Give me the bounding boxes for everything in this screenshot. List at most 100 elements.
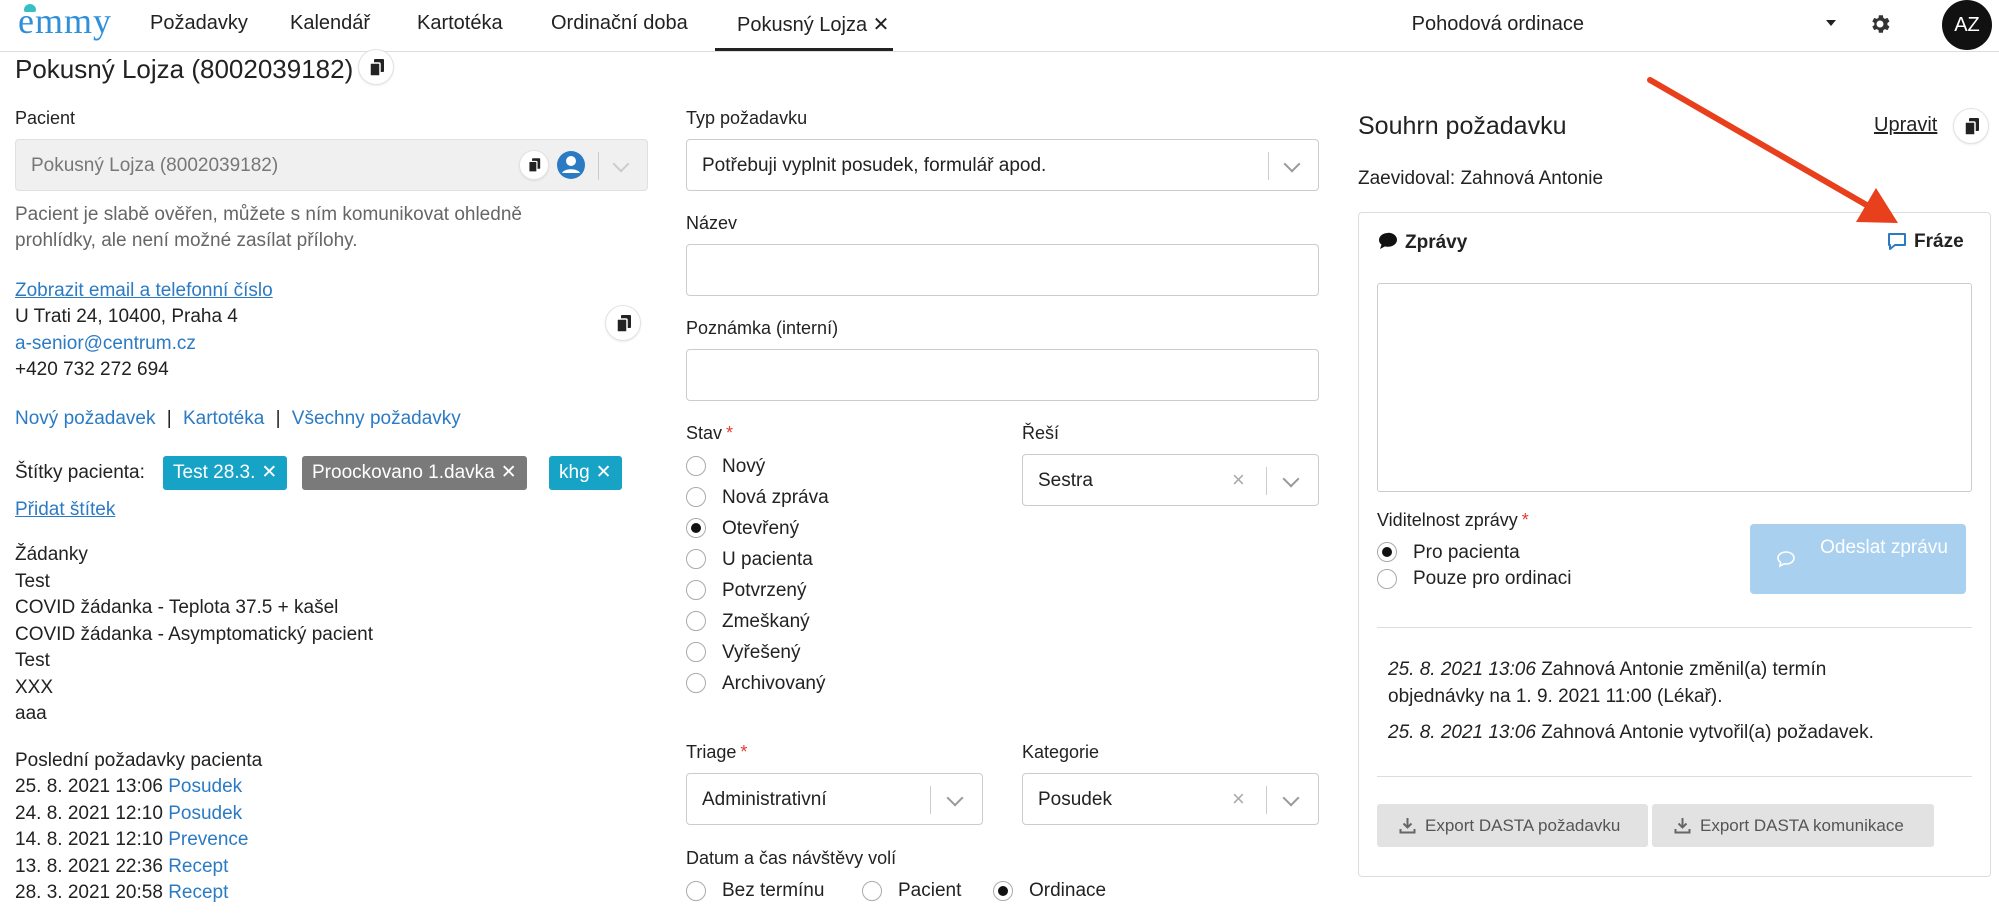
category-label: Kategorie xyxy=(1022,742,1100,762)
message-textarea[interactable] xyxy=(1377,283,1972,492)
visit-radio-pacient[interactable] xyxy=(862,881,882,901)
state-option-label[interactable]: Nová zpráva xyxy=(722,487,829,509)
send-message-button[interactable]: Odeslat zprávu xyxy=(1750,524,1966,594)
new-request-link[interactable]: Nový požadavek xyxy=(15,408,155,429)
triage-label: Triage * xyxy=(686,742,748,762)
tab-kartoteka[interactable]: Kartotéka xyxy=(417,12,503,35)
recent-request-link[interactable]: Posudek xyxy=(168,776,242,797)
patient-tag[interactable]: khg ✕ xyxy=(549,456,622,490)
state-radio-zmeskany[interactable] xyxy=(686,611,706,631)
request-link[interactable]: aaa xyxy=(15,703,47,725)
visit-radio-bez-terminu[interactable] xyxy=(686,881,706,901)
tab-patient-active[interactable]: Pokusný Lojza ✕ xyxy=(737,12,889,37)
link-separator: | xyxy=(275,408,281,429)
phrases-button[interactable]: Fráze xyxy=(1914,231,1964,253)
visit-radio-ordinace[interactable] xyxy=(993,881,1013,901)
copy-title-button[interactable] xyxy=(358,49,394,85)
top-navigation: emmy Požadavky Kalendář Kartotéka Ordina… xyxy=(0,0,1999,52)
visibility-radio-patient[interactable] xyxy=(1377,542,1397,562)
copy-icon xyxy=(616,315,631,333)
request-type-select[interactable]: Potřebuji vyplnit posudek, formulář apod… xyxy=(686,139,1319,191)
clear-icon[interactable]: × xyxy=(1232,786,1245,812)
request-link[interactable]: Test xyxy=(15,650,50,672)
state-option-label[interactable]: Vyřešený xyxy=(722,642,801,664)
patient-email[interactable]: a-senior@centrum.cz xyxy=(15,333,196,355)
visibility-option-label[interactable]: Pouze pro ordinaci xyxy=(1413,568,1571,590)
recent-request-link[interactable]: Recept xyxy=(168,882,228,903)
all-requests-link[interactable]: Všechny požadavky xyxy=(292,408,461,429)
visibility-label: Viditelnost zprávy * xyxy=(1377,510,1529,530)
state-radio-potvrzeny[interactable] xyxy=(686,580,706,600)
copy-summary-button[interactable] xyxy=(1953,108,1989,144)
state-option-label[interactable]: Otevřený xyxy=(722,518,799,540)
tab-pozadavky[interactable]: Požadavky xyxy=(150,12,248,35)
internal-note-input[interactable] xyxy=(686,349,1319,401)
visit-option-label[interactable]: Bez termínu xyxy=(722,880,824,902)
request-link[interactable]: XXX xyxy=(15,677,53,699)
send-bubble-icon xyxy=(1777,551,1795,568)
recent-request-link[interactable]: Posudek xyxy=(168,803,242,824)
tab-ordinacni-doba[interactable]: Ordinační doba xyxy=(551,12,688,35)
required-mark: * xyxy=(740,742,748,762)
recent-request-row: 24. 8. 2021 12:10 Posudek xyxy=(15,803,243,824)
copy-contact-button[interactable] xyxy=(605,305,641,341)
copy-patient-button[interactable] xyxy=(519,150,549,180)
remove-tag-icon[interactable]: ✕ xyxy=(596,462,612,483)
triage-select[interactable]: Administrativní xyxy=(686,773,983,825)
patient-select: Pokusný Lojza (8002039182) xyxy=(15,139,648,191)
state-option-label[interactable]: U pacienta xyxy=(722,549,813,571)
required-mark: * xyxy=(1521,510,1529,530)
phrase-icon[interactable] xyxy=(1887,232,1907,251)
state-option-label[interactable]: Archivovaný xyxy=(722,673,826,695)
request-type-value: Potřebuji vyplnit posudek, formulář apod… xyxy=(702,155,1047,176)
recent-request-link[interactable]: Prevence xyxy=(168,829,248,850)
add-tag-link[interactable]: Přidat štítek xyxy=(15,499,115,521)
category-select[interactable]: Posudek × xyxy=(1022,773,1319,825)
gear-icon[interactable] xyxy=(1868,12,1892,36)
download-icon xyxy=(1399,818,1416,834)
recent-request-link[interactable]: Recept xyxy=(168,856,228,877)
patient-tag[interactable]: Proockovano 1.davka ✕ xyxy=(302,456,527,490)
page-title: Pokusný Lojza (8002039182) xyxy=(15,54,354,84)
request-link[interactable]: Test xyxy=(15,571,50,593)
user-profile-icon[interactable] xyxy=(557,151,585,179)
emmy-logo[interactable]: emmy xyxy=(18,0,112,42)
kartoteka-link[interactable]: Kartotéka xyxy=(183,408,264,429)
remove-tag-icon[interactable]: ✕ xyxy=(261,462,277,483)
close-tab-icon[interactable]: ✕ xyxy=(873,14,890,36)
patient-tags-label: Štítky pacienta: xyxy=(15,462,145,483)
visit-option-label[interactable]: Pacient xyxy=(898,880,961,902)
state-option-label[interactable]: Potvrzený xyxy=(722,580,806,602)
state-radio-archivovany[interactable] xyxy=(686,673,706,693)
export-dasta-communication-button[interactable]: Export DASTA komunikace xyxy=(1652,804,1934,847)
export-dasta-request-button[interactable]: Export DASTA požadavku xyxy=(1377,804,1648,847)
recorded-by: Zaevidoval: Zahnová Antonie xyxy=(1358,168,1604,189)
caret-down-icon[interactable] xyxy=(1826,20,1836,26)
visibility-option-label[interactable]: Pro pacienta xyxy=(1413,542,1520,564)
state-radio-nova-zprava[interactable] xyxy=(686,487,706,507)
recent-request-row: 13. 8. 2021 22:36 Recept xyxy=(15,856,229,877)
visit-option-label[interactable]: Ordinace xyxy=(1029,880,1106,902)
state-radio-u-pacienta[interactable] xyxy=(686,549,706,569)
show-contact-link[interactable]: Zobrazit email a telefonní číslo xyxy=(15,280,273,302)
name-input[interactable] xyxy=(686,244,1319,296)
state-radio-vyreseny[interactable] xyxy=(686,642,706,662)
triage-value: Administrativní xyxy=(702,789,827,810)
state-radio-novy[interactable] xyxy=(686,456,706,476)
state-radio-otevreny[interactable] xyxy=(686,518,706,538)
edit-link[interactable]: Upravit xyxy=(1874,114,1937,137)
visibility-radio-practice[interactable] xyxy=(1377,569,1397,589)
tab-kalendar[interactable]: Kalendář xyxy=(290,12,370,35)
request-link[interactable]: COVID žádanka - Teplota 37.5 + kašel xyxy=(15,597,338,619)
practice-selector[interactable]: Pohodová ordinace xyxy=(1412,13,1584,36)
user-avatar[interactable]: AZ xyxy=(1942,0,1992,50)
patient-tag[interactable]: Test 28.3. ✕ xyxy=(163,456,288,490)
request-link[interactable]: COVID žádanka - Asymptomatický pacient xyxy=(15,624,373,646)
state-option-label[interactable]: Nový xyxy=(722,456,765,478)
solver-select[interactable]: Sestra × xyxy=(1022,454,1319,506)
remove-tag-icon[interactable]: ✕ xyxy=(501,462,517,483)
state-option-label[interactable]: Zmeškaný xyxy=(722,611,810,633)
clear-icon[interactable]: × xyxy=(1232,467,1245,493)
chevron-down-icon xyxy=(1282,789,1300,807)
state-label: Stav * xyxy=(686,423,734,443)
